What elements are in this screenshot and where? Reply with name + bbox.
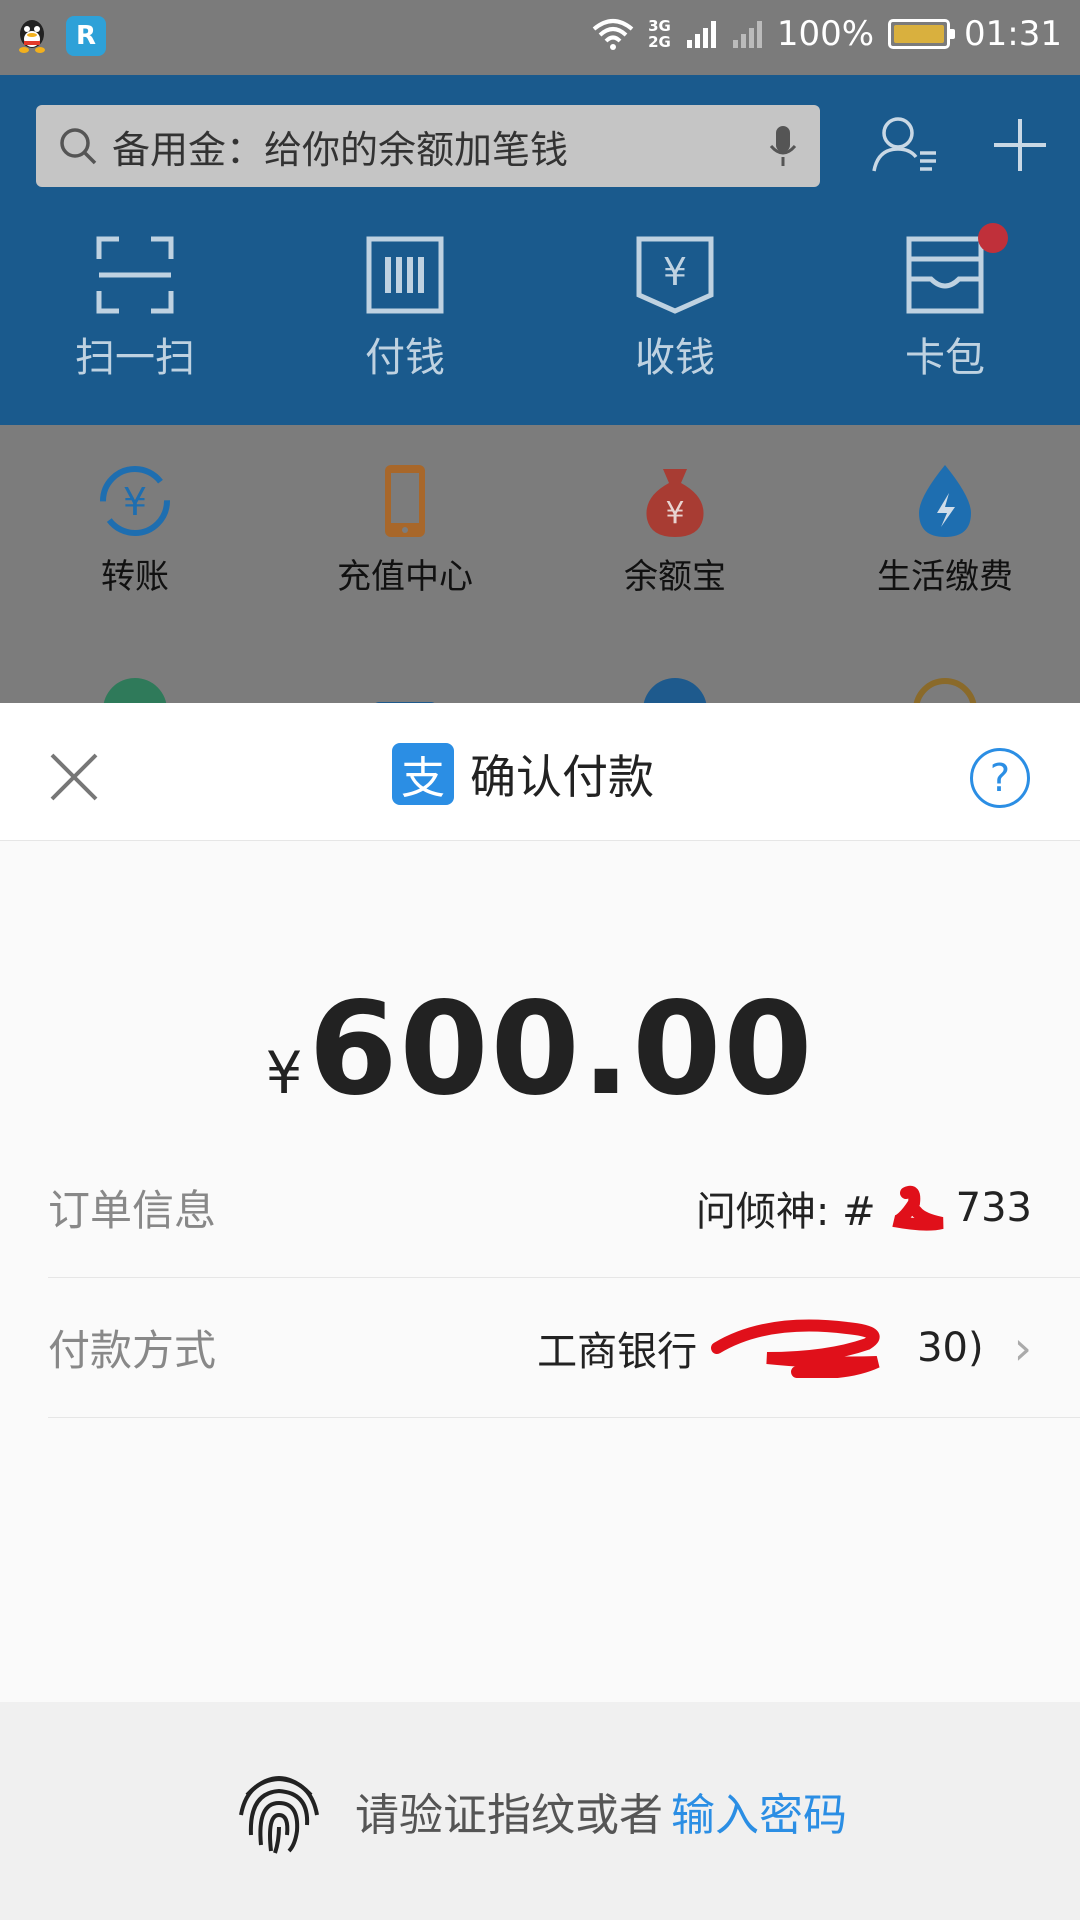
battery-percent: 100%	[776, 14, 875, 54]
redaction-scribble	[892, 1185, 944, 1231]
quick-card-pack[interactable]: 卡包	[810, 223, 1080, 383]
phone-recharge-icon	[385, 464, 425, 537]
scan-icon	[96, 236, 174, 314]
search-icon	[60, 128, 97, 165]
qq-icon	[12, 16, 52, 56]
chevron-right-icon: ›	[1013, 1320, 1032, 1375]
verify-text: 请验证指纹或者 输入密码	[355, 1790, 847, 1841]
fingerprint-verify: 请验证指纹或者 输入密码	[0, 1702, 1080, 1920]
signal-icon-2	[732, 21, 762, 48]
search-bar[interactable]: 备用金：给你的余额加笔钱	[36, 105, 820, 187]
title-text: 确认付款	[470, 750, 654, 804]
pay-barcode-icon	[366, 236, 444, 314]
payment-method-value: 工商银行 30) ›	[537, 1318, 1032, 1378]
grid-yuebao[interactable]: ¥ 余额宝	[540, 463, 810, 598]
home-header: 备用金：给你的余额加笔钱 扫一扫 付钱 ¥ 收钱 卡包	[0, 75, 1080, 425]
quick-scan[interactable]: 扫一扫	[0, 235, 270, 383]
r-app-icon: R	[66, 16, 106, 56]
grid-recharge[interactable]: 充值中心	[270, 463, 540, 598]
contacts-icon[interactable]	[870, 115, 940, 175]
fingerprint-icon[interactable]	[233, 1765, 325, 1857]
order-info-value: 问倾神: # 733	[695, 1184, 1032, 1235]
sheet-title: 支 确认付款	[392, 741, 654, 807]
grid-utilities[interactable]: 生活缴费	[810, 463, 1080, 598]
svg-text:¥: ¥	[665, 496, 684, 531]
close-icon[interactable]	[48, 751, 100, 803]
notification-dot	[978, 223, 1008, 253]
transfer-icon: ¥	[100, 465, 170, 536]
sheet-header: 支 确认付款 ?	[0, 703, 1080, 841]
help-icon[interactable]: ?	[970, 748, 1030, 808]
payment-sheet: 支 确认付款 ? ¥600.00 订单信息 问倾神: # 733 付款方式 工商…	[0, 703, 1080, 1920]
money-bag-icon: ¥	[646, 468, 704, 537]
network-type: 3G 2G	[648, 17, 671, 51]
payment-method-label: 付款方式	[48, 1326, 217, 1375]
status-bar: R 3G 2G 100% 01:31	[0, 0, 1080, 75]
utility-drop-icon	[919, 464, 971, 537]
card-pack-icon	[906, 236, 984, 314]
add-icon[interactable]	[990, 115, 1050, 175]
svg-text:¥: ¥	[123, 480, 147, 524]
svg-text:¥: ¥	[663, 250, 687, 294]
microphone-icon[interactable]	[768, 124, 798, 168]
quick-actions: 扫一扫 付钱 ¥ 收钱 卡包	[0, 223, 1080, 383]
order-info-row: 订单信息 问倾神: # 733	[48, 1138, 1080, 1278]
alipay-logo-icon: 支	[392, 743, 454, 805]
grid-transfer[interactable]: ¥ 转账	[0, 463, 270, 598]
payment-method-row[interactable]: 付款方式 工商银行 30) ›	[48, 1278, 1080, 1418]
quick-receive[interactable]: ¥ 收钱	[540, 235, 810, 383]
payment-amount: ¥600.00	[0, 975, 1080, 1124]
signal-icon	[686, 21, 716, 48]
enter-password-link[interactable]: 输入密码	[671, 1790, 847, 1841]
wifi-icon	[592, 19, 634, 50]
clock: 01:31	[964, 14, 1062, 54]
currency-symbol: ¥	[265, 1039, 303, 1107]
order-info-label: 订单信息	[48, 1186, 217, 1235]
amount-value: 600.00	[308, 975, 815, 1124]
battery-icon	[888, 19, 956, 49]
receive-yen-icon: ¥	[636, 236, 714, 314]
search-placeholder: 备用金：给你的余额加笔钱	[112, 127, 569, 172]
quick-pay[interactable]: 付钱	[270, 235, 540, 383]
redaction-scribble-2	[711, 1319, 880, 1378]
